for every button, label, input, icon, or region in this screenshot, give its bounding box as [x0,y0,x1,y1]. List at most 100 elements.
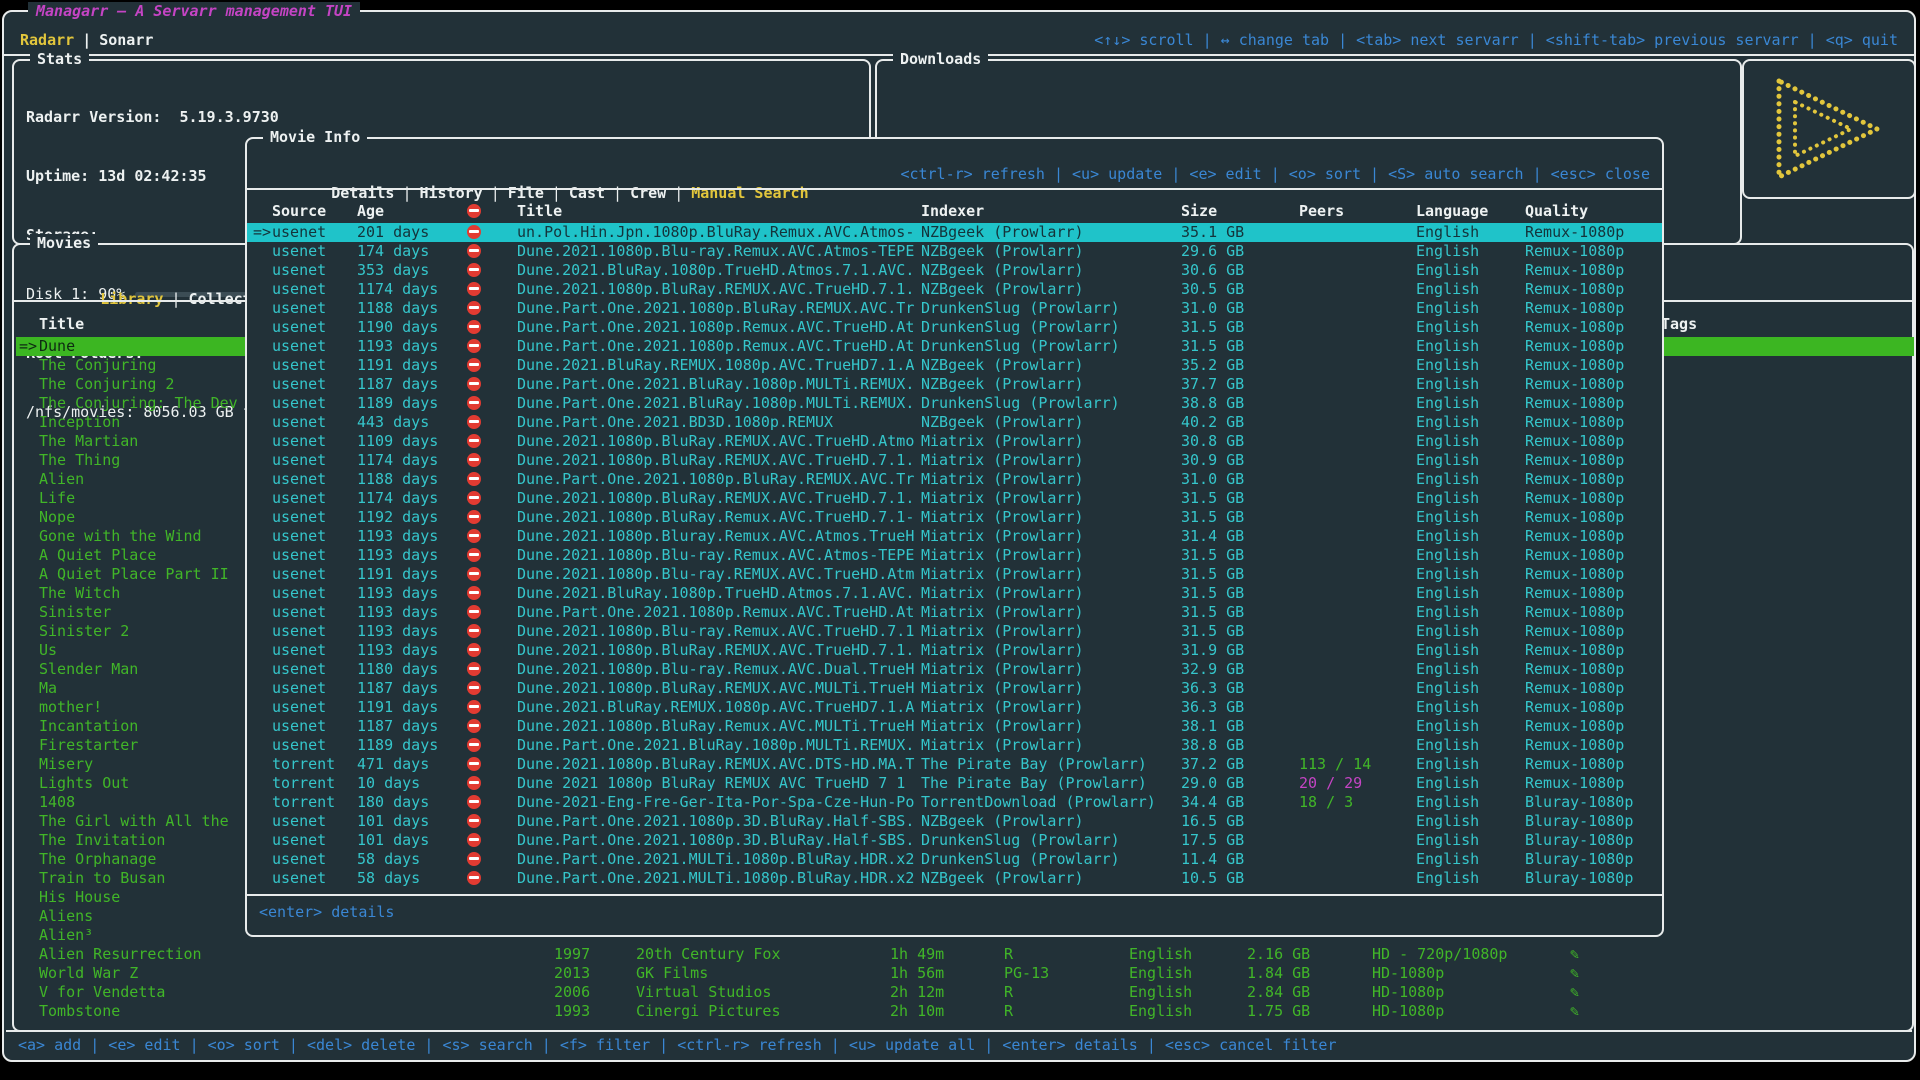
tab-manual-search[interactable]: Manual Search [691,184,808,202]
movie-list-item[interactable]: 1408 [16,793,249,812]
movie-table-row[interactable]: 2013GK Films1h 56mPG-13English1.84 GBHD-… [14,964,1912,983]
movie-list-item[interactable]: Firestarter [16,736,249,755]
search-result-row[interactable]: torrent471 daysDune.2021.1080p.BluRay.RE… [247,755,1662,774]
movie-list-item[interactable]: Misery [16,755,249,774]
search-result-row[interactable]: usenet1193 daysDune.2021.1080p.Blu-ray.R… [247,622,1662,641]
source-cell: usenet [272,641,326,660]
movie-list-item[interactable]: The Martian [16,432,249,451]
reject-icon [467,757,481,771]
tab-details[interactable]: Details [331,184,394,202]
movie-list-item[interactable]: Nope [16,508,249,527]
reject-cell [467,603,481,622]
search-result-row[interactable]: usenet1193 daysDune.2021.1080p.Blu-ray.R… [247,546,1662,565]
search-result-row[interactable]: usenet1187 daysDune.2021.1080p.BluRay.Re… [247,717,1662,736]
search-result-row[interactable]: usenet101 daysDune.Part.One.2021.1080p.3… [247,831,1662,850]
search-result-row[interactable]: usenet101 daysDune.Part.One.2021.1080p.3… [247,812,1662,831]
source-cell: usenet [272,812,326,831]
movie-list-item[interactable]: Sinister [16,603,249,622]
movie-list-item[interactable]: The Girl with All the [16,812,249,831]
tab-cast[interactable]: Cast [569,184,605,202]
title-cell: Dune.2021.BluRay.1080p.TrueHD.Atmos.7.1.… [517,584,919,603]
search-result-row[interactable]: usenet1174 daysDune.2021.1080p.BluRay.RE… [247,451,1662,470]
search-result-row[interactable]: usenet1193 daysDune.2021.1080p.BluRay.RE… [247,641,1662,660]
search-result-row[interactable]: usenet443 daysDune.Part.One.2021.BD3D.10… [247,413,1662,432]
movie-list-item[interactable]: Alien [16,470,249,489]
studio-cell: Virtual Studios [636,983,771,1002]
search-result-row[interactable]: usenet174 daysDune.2021.1080p.Blu-ray.Re… [247,242,1662,261]
search-result-row[interactable]: usenet1109 daysDune.2021.1080p.BluRay.RE… [247,432,1662,451]
search-result-row[interactable]: usenet1187 daysDune.2021.1080p.BluRay.RE… [247,679,1662,698]
movie-list-item[interactable]: Slender Man [16,660,249,679]
movie-list-item[interactable]: Lights Out [16,774,249,793]
search-result-row[interactable]: usenet1189 daysDune.Part.One.2021.BluRay… [247,736,1662,755]
movie-list-item[interactable]: A Quiet Place Part II [16,565,249,584]
title-cell: Dune.Part.One.2021.1080p.BluRay.REMUX.AV… [517,470,919,489]
tab-sonarr[interactable]: Sonarr [99,31,153,49]
tab-file[interactable]: File [508,184,544,202]
quality-cell: Remux-1080p [1525,261,1624,280]
movie-list-item[interactable]: Us [16,641,249,660]
search-result-row[interactable]: usenet1192 daysDune.2021.1080p.BluRay.Re… [247,508,1662,527]
language-cell: English [1416,755,1479,774]
size-cell: 16.5 GB [1181,812,1244,831]
movie-table-row[interactable]: 199720th Century Fox1h 49mREnglish2.16 G… [14,945,1912,964]
movie-list-item[interactable]: The Conjuring 2 [16,375,249,394]
movie-list-item[interactable]: The Invitation [16,831,249,850]
movie-list-item[interactable]: Train to Busan [16,869,249,888]
reject-icon [467,852,481,866]
search-result-row[interactable]: usenet1174 daysDune.2021.1080p.BluRay.RE… [247,280,1662,299]
movie-list-item[interactable]: The Conjuring [16,356,249,375]
search-result-row[interactable]: torrent10 daysDune 2021 1080p BluRay REM… [247,774,1662,793]
search-result-row[interactable]: usenet1180 daysDune.2021.1080p.Blu-ray.R… [247,660,1662,679]
search-result-row[interactable]: usenet1190 daysDune.Part.One.2021.1080p.… [247,318,1662,337]
movie-list-item[interactable]: Gone with the Wind [16,527,249,546]
movie-list-item[interactable]: A Quiet Place [16,546,249,565]
source-cell: usenet [272,432,326,451]
reject-icon [467,453,481,467]
movie-list-item[interactable]: Ma [16,679,249,698]
movie-list-item[interactable]: The Thing [16,451,249,470]
year-cell: 1997 [554,945,590,964]
search-result-row[interactable]: usenet1189 daysDune.Part.One.2021.BluRay… [247,394,1662,413]
tab-library[interactable]: Library [100,290,163,308]
search-result-row[interactable]: usenet353 daysDune.2021.BluRay.1080p.Tru… [247,261,1662,280]
movie-list-item[interactable]: Incantation [16,717,249,736]
movie-list-item[interactable]: Aliens [16,907,249,926]
movie-list-item[interactable]: mother! [16,698,249,717]
tab-radarr[interactable]: Radarr [20,31,74,49]
language-cell: English [1416,850,1479,869]
search-result-row[interactable]: usenet58 daysDune.Part.One.2021.MULTi.10… [247,850,1662,869]
search-result-row[interactable]: usenet1193 daysDune.Part.One.2021.1080p.… [247,337,1662,356]
movie-list-item[interactable]: Alien³ [16,926,249,945]
movie-list-item[interactable]: His House [16,888,249,907]
movie-list-item[interactable]: The Conjuring: The Dev [16,394,249,413]
search-result-row[interactable]: usenet1187 daysDune.Part.One.2021.BluRay… [247,375,1662,394]
search-result-row[interactable]: =>usenet201 daysun.Pol.Hin.Jpn.1080p.Blu… [247,223,1662,242]
tab-history[interactable]: History [420,184,483,202]
reject-cell [467,774,481,793]
movie-table-row[interactable]: 1993Cinergi Pictures2h 10mREnglish1.75 G… [14,1002,1912,1021]
search-result-row[interactable]: usenet1193 daysDune.2021.BluRay.1080p.Tr… [247,584,1662,603]
search-result-row[interactable]: usenet58 daysDune.Part.One.2021.MULTi.10… [247,869,1662,888]
search-result-row[interactable]: usenet1188 daysDune.Part.One.2021.1080p.… [247,299,1662,318]
search-result-row[interactable]: usenet1191 daysDune.2021.BluRay.REMUX.10… [247,356,1662,375]
reject-cell [467,394,481,413]
search-result-row[interactable]: usenet1193 daysDune.2021.1080p.Bluray.Re… [247,527,1662,546]
movie-list-item[interactable]: Life [16,489,249,508]
tab-crew[interactable]: Crew [630,184,666,202]
search-result-row[interactable]: usenet1191 daysDune.2021.BluRay.REMUX.10… [247,698,1662,717]
movie-list-item[interactable]: The Orphanage [16,850,249,869]
movie-list-item[interactable]: Sinister 2 [16,622,249,641]
language-cell: English [1416,603,1479,622]
search-result-row[interactable]: usenet1174 daysDune.2021.1080p.BluRay.RE… [247,489,1662,508]
search-result-row[interactable]: usenet1191 daysDune.2021.1080p.Blu-ray.R… [247,565,1662,584]
movie-list-item[interactable]: Inception [16,413,249,432]
movie-table-row[interactable]: 2006Virtual Studios2h 12mREnglish2.84 GB… [14,983,1912,1002]
language-cell: English [1129,945,1192,964]
age-cell: 353 days [357,261,429,280]
search-result-row[interactable]: torrent180 daysDune-2021-Eng-Fre-Ger-Ita… [247,793,1662,812]
movie-list-item[interactable]: =>Dune [16,337,249,356]
movie-list-item[interactable]: The Witch [16,584,249,603]
search-result-row[interactable]: usenet1188 daysDune.Part.One.2021.1080p.… [247,470,1662,489]
search-result-row[interactable]: usenet1193 daysDune.Part.One.2021.1080p.… [247,603,1662,622]
